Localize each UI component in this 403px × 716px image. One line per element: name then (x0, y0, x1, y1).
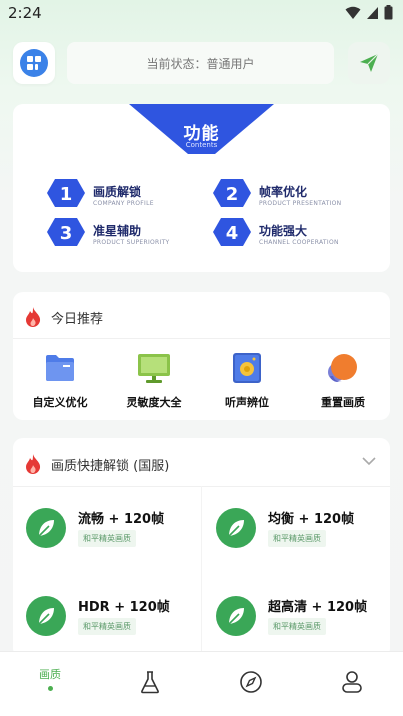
apps-icon (20, 49, 48, 77)
quick-item-smooth[interactable]: 流畅 + 120帧 和平精英画质 (26, 508, 201, 554)
quick-item-title: 超高清 + 120帧 (268, 600, 368, 615)
tool-label: 灵敏度大全 (126, 396, 182, 409)
quick-item-title: 均衡 + 120帧 (268, 512, 355, 527)
feature-quality-unlock[interactable]: 1 画质解锁 COMPANY PROFILE (47, 179, 217, 213)
today-title: 今日推荐 (51, 311, 104, 327)
quick-item-tag: 和平精英画质 (268, 530, 326, 547)
quick-item-title: HDR + 120帧 (78, 600, 170, 615)
leaf-icon (216, 596, 256, 636)
compass-icon (240, 671, 262, 693)
feature-subtitle: PRODUCT PRESENTATION (259, 200, 342, 207)
divider (13, 338, 390, 339)
feature-title: 准星辅助 (93, 224, 142, 238)
chevron-down-icon[interactable] (362, 456, 376, 466)
quick-item-balanced[interactable]: 均衡 + 120帧 和平精英画质 (216, 508, 390, 554)
quick-title: 画质快捷解锁 (国服) (51, 458, 170, 474)
wifi-icon (345, 6, 361, 19)
user-status-pill: 当前状态：普通用户 (67, 42, 334, 84)
quick-item-title: 流畅 + 120帧 (78, 512, 165, 527)
feature-powerful[interactable]: 4 功能强大 CHANNEL COOPERATION (213, 218, 383, 252)
active-indicator (47, 686, 53, 691)
speaker-icon (233, 353, 261, 383)
feature-title: 功能强大 (259, 224, 308, 238)
send-button[interactable] (348, 42, 390, 84)
functions-subtitle: Contents (185, 141, 218, 149)
leaf-icon (26, 508, 66, 548)
user-status-text: 当前状态：普通用户 (146, 56, 255, 71)
tool-label: 自定义优化 (32, 396, 88, 409)
bottom-nav: 画质 (0, 651, 403, 716)
tool-custom-optimize[interactable]: 自定义优化 (20, 350, 100, 410)
feature-crosshair[interactable]: 3 准星辅助 PRODUCT SUPERIORITY (47, 218, 217, 252)
feature-number: 3 (59, 223, 73, 244)
tool-label: 听声辨位 (225, 396, 269, 409)
status-bar: 2:24 (0, 0, 403, 28)
feature-number: 2 (225, 184, 239, 205)
nav-label: 画质 (39, 668, 61, 681)
tool-label: 重置画质 (321, 396, 365, 409)
monitor-icon (138, 354, 170, 383)
feature-subtitle: COMPANY PROFILE (93, 200, 154, 207)
user-icon (342, 671, 362, 693)
tool-sensitivity[interactable]: 灵敏度大全 (114, 350, 194, 410)
quick-item-tag: 和平精英画质 (78, 618, 136, 635)
battery-icon (384, 5, 393, 20)
nav-tab-lab[interactable] (120, 670, 180, 698)
signal-icon (367, 6, 378, 19)
feature-subtitle: CHANNEL COOPERATION (259, 239, 339, 246)
flame-icon (26, 454, 41, 474)
nav-tab-quality[interactable]: 画质 (20, 664, 80, 691)
menu-button[interactable] (13, 42, 55, 84)
nav-tab-discover[interactable] (221, 670, 281, 698)
feature-title: 帧率优化 (259, 185, 308, 199)
flame-icon (26, 307, 41, 327)
quick-item-tag: 和平精英画质 (78, 530, 136, 547)
today-recommend-card: 今日推荐 自定义优化 灵敏度大全 听声辨位 重置画质 (13, 292, 390, 420)
status-time: 2:24 (8, 4, 42, 22)
quick-item-ultra-hd[interactable]: 超高清 + 120帧 和平精英画质 (216, 596, 390, 642)
tool-reset-quality[interactable]: 重置画质 (303, 350, 383, 410)
functions-card: 功能 Contents 1 画质解锁 COMPANY PROFILE 2 帧率优… (13, 104, 390, 272)
tool-sound-locate[interactable]: 听声辨位 (207, 350, 287, 410)
quick-item-hdr[interactable]: HDR + 120帧 和平精英画质 (26, 596, 201, 642)
quick-unlock-card: 画质快捷解锁 (国服) 流畅 + 120帧 和平精英画质 均衡 + 120帧 和… (13, 438, 390, 658)
functions-banner: 功能 Contents (129, 104, 274, 154)
feature-number: 4 (225, 223, 239, 244)
nav-tab-profile[interactable] (322, 670, 382, 698)
feature-framerate[interactable]: 2 帧率优化 PRODUCT PRESENTATION (213, 179, 383, 213)
flask-icon (141, 671, 159, 694)
folder-icon (46, 355, 74, 381)
status-icons (345, 5, 393, 20)
feature-title: 画质解锁 (93, 185, 142, 199)
divider (201, 486, 202, 658)
feature-number: 1 (59, 184, 73, 205)
leaf-icon (26, 596, 66, 636)
header: 当前状态：普通用户 (13, 42, 390, 84)
reset-icon (328, 354, 357, 382)
today-header: 今日推荐 (25, 307, 103, 327)
leaf-icon (216, 508, 256, 548)
feature-subtitle: PRODUCT SUPERIORITY (93, 239, 170, 246)
quick-header: 画质快捷解锁 (国服) (25, 454, 169, 474)
paper-plane-icon (360, 53, 379, 72)
quick-item-tag: 和平精英画质 (268, 618, 326, 635)
